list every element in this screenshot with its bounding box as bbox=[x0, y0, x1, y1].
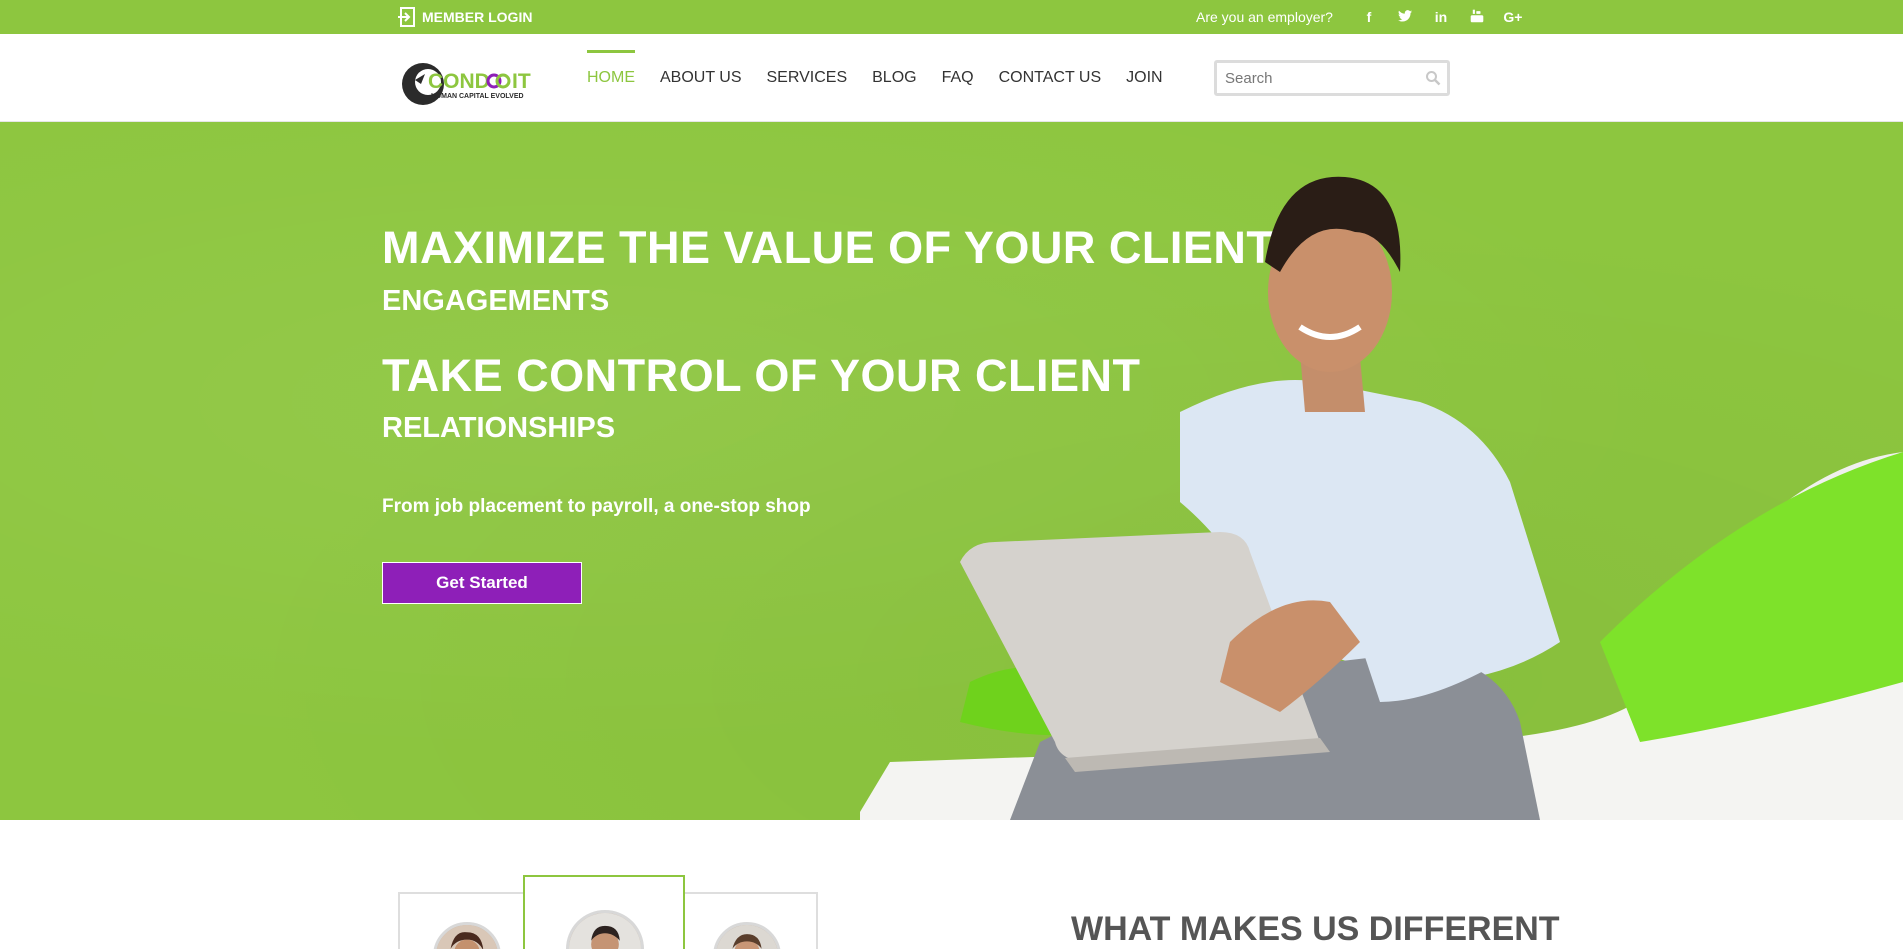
section-title: WHAT MAKES US DIFFERENT bbox=[1071, 910, 1560, 948]
hero-headline-4: RELATIONSHIPS bbox=[382, 412, 616, 444]
member-login-link[interactable]: MEMBER LOGIN bbox=[398, 6, 532, 28]
logo-graphic: COND IT HUMAN CAPITAL EVOLVED bbox=[402, 63, 531, 105]
member-login-label: MEMBER LOGIN bbox=[422, 9, 533, 25]
site-header: COND IT HUMAN CAPITAL EVOLVED HOME ABOUT… bbox=[0, 34, 1903, 122]
youtube-icon[interactable] bbox=[1459, 9, 1495, 26]
nav-home[interactable]: HOME bbox=[587, 34, 635, 122]
google-plus-icon[interactable]: G+ bbox=[1495, 9, 1531, 25]
linkedin-icon[interactable]: in bbox=[1423, 9, 1459, 25]
nav-contact-us[interactable]: CONTACT US bbox=[999, 34, 1102, 122]
hero-headline-2: ENGAGEMENTS bbox=[382, 285, 610, 317]
main-nav: HOME ABOUT US SERVICES BLOG FAQ CONTACT … bbox=[587, 34, 1188, 122]
nav-about-us[interactable]: ABOUT US bbox=[660, 34, 742, 122]
top-bar: MEMBER LOGIN Are you an employer? f in G… bbox=[0, 0, 1903, 34]
search-input[interactable] bbox=[1217, 63, 1417, 93]
svg-text:COND: COND bbox=[428, 70, 490, 93]
social-links: f in G+ bbox=[1351, 9, 1531, 26]
topbar-right: Are you an employer? f in G+ bbox=[1196, 6, 1531, 28]
login-icon bbox=[398, 7, 415, 27]
search-box bbox=[1214, 60, 1450, 96]
hero-person-image bbox=[860, 176, 1903, 820]
nav-blog[interactable]: BLOG bbox=[872, 34, 916, 122]
employer-link[interactable]: Are you an employer? bbox=[1196, 9, 1333, 25]
svg-text:HUMAN CAPITAL EVOLVED: HUMAN CAPITAL EVOLVED bbox=[431, 93, 524, 100]
get-started-button[interactable]: Get Started bbox=[382, 562, 582, 604]
nav-join[interactable]: JOIN bbox=[1126, 34, 1162, 122]
company-logo[interactable]: COND IT HUMAN CAPITAL EVOLVED bbox=[401, 58, 541, 110]
facebook-icon[interactable]: f bbox=[1351, 9, 1387, 25]
nav-faq[interactable]: FAQ bbox=[942, 34, 974, 122]
svg-text:IT: IT bbox=[512, 70, 531, 93]
search-icon[interactable] bbox=[1425, 70, 1441, 86]
hero-subtitle: From job placement to payroll, a one-sto… bbox=[382, 496, 811, 517]
hero-section: MAXIMIZE THE VALUE OF YOUR CLIENT ENGAGE… bbox=[0, 122, 1903, 820]
nav-services[interactable]: SERVICES bbox=[767, 34, 848, 122]
twitter-icon[interactable] bbox=[1387, 9, 1423, 25]
